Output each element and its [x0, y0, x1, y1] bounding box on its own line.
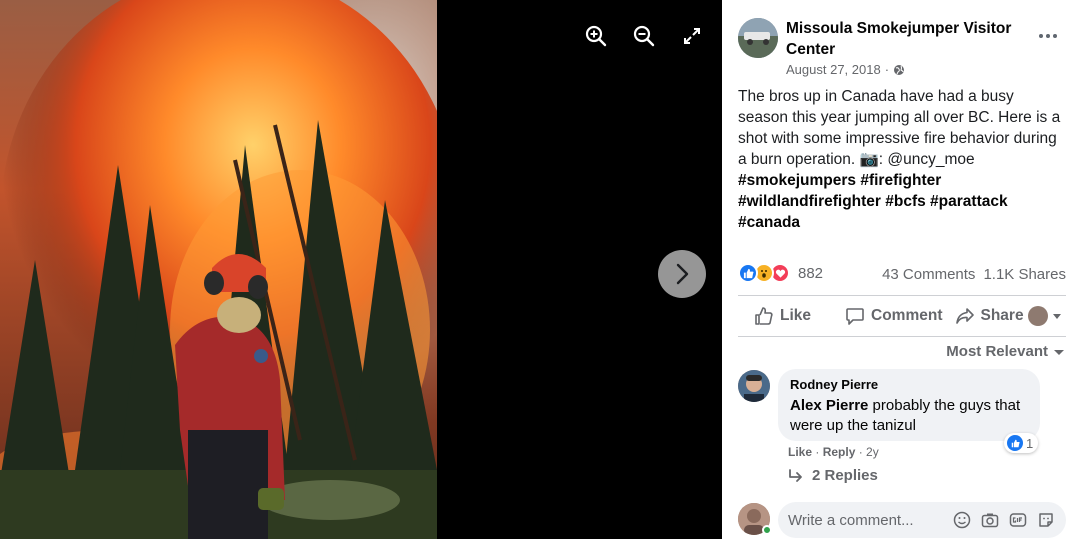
comment-age[interactable]: 2y	[866, 445, 879, 459]
comment-mention[interactable]: Alex Pierre	[790, 397, 868, 414]
camera-icon	[981, 513, 999, 528]
globe-icon	[894, 64, 905, 75]
comment-button[interactable]: Comment	[845, 306, 943, 326]
sort-label: Most Relevant	[946, 343, 1048, 360]
post-hashtags[interactable]: #smokejumpers #firefighter #wildlandfire…	[738, 172, 1008, 231]
comment-label: Comment	[871, 307, 943, 324]
user-avatar-small	[1028, 306, 1048, 326]
post-panel: Missoula Smokejumper Visitor Center Augu…	[722, 0, 1082, 539]
next-photo-button[interactable]	[658, 250, 706, 298]
reaction-count: 882	[798, 264, 824, 282]
thumbs-up-icon	[755, 307, 773, 325]
caret-down-icon	[1053, 314, 1061, 319]
comment-reaction-count: 1	[1026, 435, 1034, 451]
comment-meta-sep: ·	[855, 445, 867, 459]
gif-button[interactable]	[1008, 510, 1028, 530]
emoji-icon	[953, 511, 971, 529]
dot	[1053, 34, 1057, 38]
comments-count[interactable]: 43 Comments	[882, 266, 975, 283]
dot	[1039, 34, 1043, 38]
chevron-right-icon	[676, 263, 689, 285]
photo-button[interactable]	[980, 510, 1000, 530]
replies-label: 2 Replies	[812, 467, 878, 484]
gif-icon	[1009, 513, 1027, 527]
comment-input[interactable]	[788, 511, 944, 529]
fullscreen-button[interactable]	[678, 22, 706, 50]
fullscreen-icon	[684, 28, 700, 44]
zoom-out-button[interactable]	[630, 22, 658, 50]
more-options-button[interactable]	[1034, 24, 1062, 48]
comment-composer	[778, 502, 1066, 538]
meta-separator: ·	[884, 62, 890, 77]
shares-count[interactable]: 1.1K Shares	[983, 266, 1066, 283]
comment-reply-link[interactable]: Reply	[823, 445, 856, 459]
sticker-button[interactable]	[1036, 510, 1056, 530]
view-replies-link[interactable]: 2 Replies	[788, 467, 878, 484]
like-reaction-icon	[1007, 435, 1023, 451]
post-as-selector[interactable]	[1028, 306, 1062, 326]
comment-meta: Like · Reply · 2y	[788, 445, 879, 459]
comment-body: Alex Pierre probably the guys that were …	[790, 396, 1028, 436]
like-label: Like	[780, 307, 812, 324]
share-icon	[955, 308, 974, 324]
page-avatar[interactable]	[738, 18, 778, 58]
engagement-counts: 43 Comments 1.1K Shares	[882, 266, 1066, 283]
zoom-in-button[interactable]	[582, 22, 610, 50]
divider	[738, 336, 1066, 337]
post-text: The bros up in Canada have had a busy se…	[738, 86, 1068, 233]
comment-reaction-badge[interactable]: 1	[1004, 433, 1039, 453]
comment-bubble: Rodney Pierre Alex Pierre probably the g…	[778, 369, 1040, 441]
commenter-avatar[interactable]	[738, 370, 770, 402]
like-button[interactable]: Like	[754, 306, 811, 326]
comment-sort-dropdown[interactable]: Most Relevant	[946, 343, 1064, 360]
post-actions: Like Comment Share	[738, 296, 1066, 336]
caret-down-icon	[1054, 349, 1064, 355]
post-body: The bros up in Canada have had a busy se…	[738, 88, 1061, 168]
emoji-button[interactable]	[952, 510, 972, 530]
like-reaction-icon	[738, 263, 758, 283]
post-meta: August 27, 2018 ·	[786, 62, 905, 77]
share-label: Share	[980, 307, 1024, 324]
comment-like-link[interactable]: Like	[788, 445, 812, 459]
zoom-in-icon	[585, 25, 607, 47]
photo-viewer	[0, 0, 722, 539]
post-photo	[0, 0, 437, 539]
dot	[1046, 34, 1050, 38]
share-button[interactable]: Share	[955, 306, 1024, 326]
page-name-link[interactable]: Missoula Smokejumper Visitor Center	[786, 18, 1026, 60]
reactions-summary[interactable]: 882	[738, 263, 823, 283]
post-date[interactable]: August 27, 2018	[786, 62, 881, 77]
reply-arrow-icon	[789, 468, 802, 482]
comment-meta-sep: ·	[812, 445, 823, 459]
sticker-icon	[1039, 513, 1053, 527]
photo-post-view: Missoula Smokejumper Visitor Center Augu…	[0, 0, 1082, 539]
comment-author[interactable]: Rodney Pierre	[790, 377, 1028, 393]
comment-icon	[846, 308, 864, 325]
online-status-dot	[762, 525, 772, 535]
zoom-out-icon	[633, 25, 655, 47]
